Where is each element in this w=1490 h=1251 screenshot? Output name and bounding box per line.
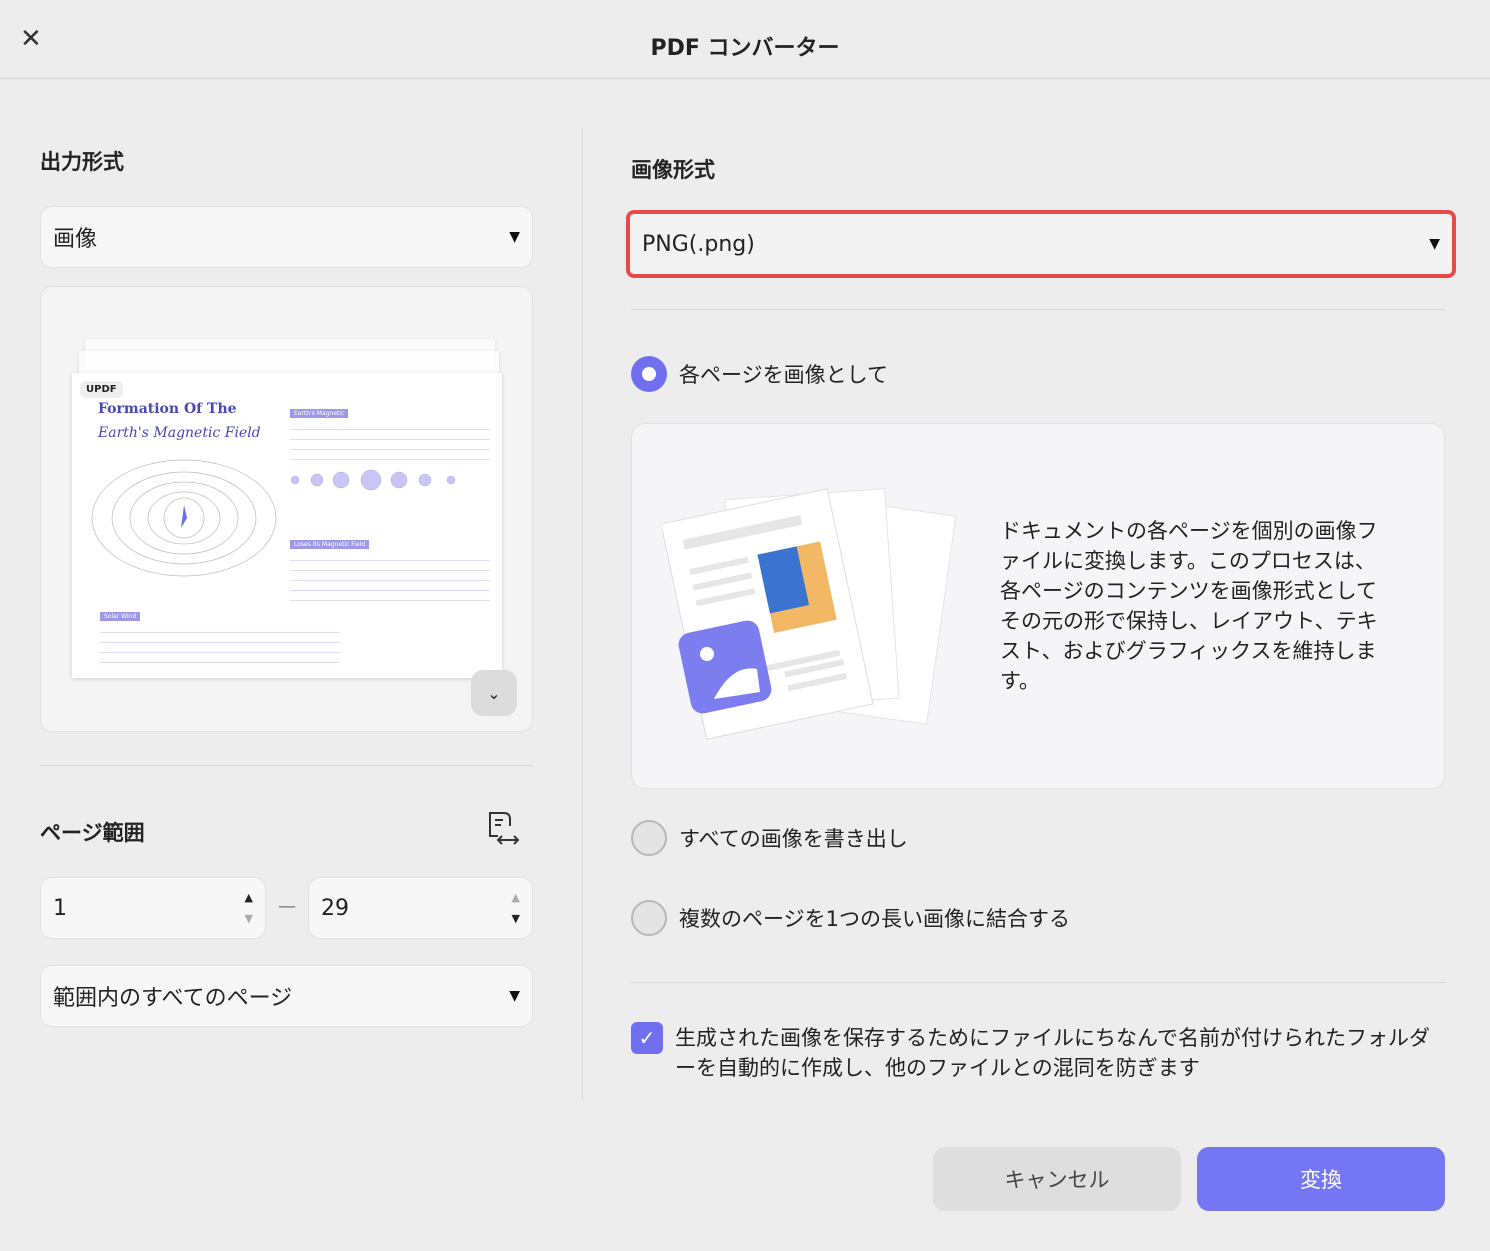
planets-graphic	[290, 469, 456, 491]
range-from-value: 1	[53, 895, 67, 921]
increment-icon[interactable]: ▲	[512, 891, 520, 904]
option-description: ドキュメントの各ページを個別の画像ファイルに変換します。このプロセスは、各ページ…	[1000, 519, 1378, 693]
preview-tag: Earth's Magnetic	[290, 409, 349, 418]
radio-selected[interactable]	[631, 356, 667, 392]
cancel-button[interactable]: キャンセル	[933, 1147, 1181, 1211]
range-mode-value: 範囲内のすべてのページ	[53, 986, 293, 1011]
range-to-value: 29	[321, 895, 349, 921]
image-format-select[interactable]: PNG(.png) ▼	[626, 210, 1456, 278]
expand-preview-button[interactable]: ⌄	[471, 670, 517, 716]
caret-down-icon: ▼	[509, 988, 520, 1004]
auto-folder-checkbox[interactable]: ✓	[631, 1022, 663, 1054]
page-range-heading: ページ範囲	[40, 821, 145, 845]
dialog-title: PDF コンバーター	[650, 36, 840, 61]
preview-section-3: Solar Wind	[100, 603, 340, 666]
radio-unselected[interactable]	[631, 900, 667, 936]
divider	[40, 765, 533, 766]
caret-down-icon: ▼	[1429, 236, 1440, 252]
option-label: 各ページを画像として	[679, 363, 888, 387]
auto-folder-label: 生成された画像を保存するためにファイルにちなんで名前が付けられたフォルダーを自動…	[675, 1026, 1430, 1080]
range-mode-select[interactable]: 範囲内のすべてのページ ▼	[40, 965, 533, 1027]
option-label: すべての画像を書き出し	[679, 827, 908, 851]
divider	[631, 309, 1445, 310]
preview-section-1: Earth's Magnetic	[290, 400, 490, 463]
image-format-heading: 画像形式	[631, 158, 715, 182]
preview-section-2: Loses Its Magnetic Field	[290, 531, 490, 604]
caret-down-icon: ▼	[509, 229, 520, 245]
page-swap-icon[interactable]	[484, 810, 524, 850]
option-export-all-images[interactable]: すべての画像を書き出し	[631, 820, 908, 856]
preview-page: UPDF Formation Of The Earth's Magnetic F…	[72, 373, 502, 678]
document-preview: UPDF Formation Of The Earth's Magnetic F…	[40, 286, 533, 732]
preview-tag: Loses Its Magnetic Field	[290, 540, 370, 549]
range-dash: —	[278, 896, 296, 917]
radio-unselected[interactable]	[631, 820, 667, 856]
image-pages-illustration	[662, 488, 957, 740]
convert-button[interactable]: 変換	[1197, 1147, 1445, 1211]
preview-tag: Solar Wind	[100, 612, 141, 621]
updf-logo: UPDF	[80, 381, 123, 398]
option-each-page[interactable]: 各ページを画像として	[631, 356, 888, 392]
preview-title: Formation Of The	[98, 401, 237, 417]
preview-subtitle: Earth's Magnetic Field	[98, 425, 261, 441]
output-format-heading: 出力形式	[40, 150, 124, 174]
decrement-icon[interactable]: ▼	[512, 912, 520, 925]
output-format-select[interactable]: 画像 ▼	[40, 206, 533, 268]
magnetic-field-diagram	[91, 459, 277, 577]
option-merge-long-image[interactable]: 複数のページを1つの長い画像に結合する	[631, 900, 1070, 936]
range-to-stepper[interactable]: 29 ▲ ▼	[308, 877, 533, 939]
image-format-value: PNG(.png)	[642, 231, 755, 257]
option-label: 複数のページを1つの長い画像に結合する	[679, 907, 1070, 931]
column-divider	[582, 128, 583, 1100]
checkmark-icon: ✓	[638, 1026, 656, 1050]
divider	[631, 982, 1445, 983]
range-from-stepper[interactable]: 1 ▲ ▼	[40, 877, 266, 939]
decrement-icon[interactable]: ▼	[245, 912, 253, 925]
increment-icon[interactable]: ▲	[245, 891, 253, 904]
chevron-down-icon: ⌄	[487, 683, 501, 703]
output-format-value: 画像	[53, 227, 98, 252]
